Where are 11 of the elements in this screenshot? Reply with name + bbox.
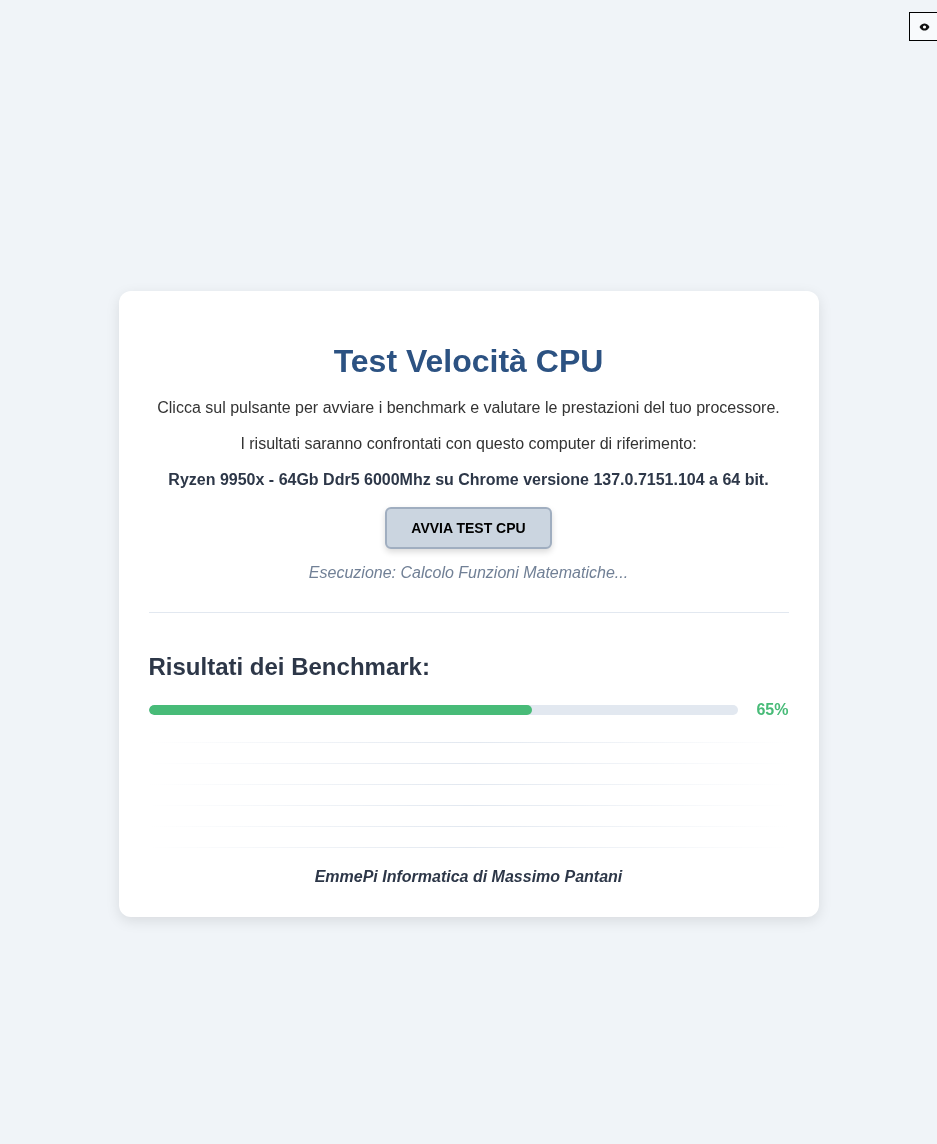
start-test-button[interactable]: AVVIA TEST CPU xyxy=(385,507,552,549)
intro-text: Clicca sul pulsante per avviare i benchmark e valutare le prestazioni del tuo processore. xyxy=(157,398,780,417)
view-toggle-button[interactable] xyxy=(909,12,937,41)
progress-percent: 65% xyxy=(756,700,789,719)
reference-note: I risultati saranno confrontati con questo computer di riferimento: xyxy=(240,434,697,453)
reference-machine: Ryzen 9950x - 64Gb Ddr5 6000Mhz su Chrome versione 137.0.7151.104 a 64 bit. xyxy=(168,470,769,489)
status-text: Esecuzione: Calcolo Funzioni Matematiche... xyxy=(308,563,629,582)
results-heading: Risultati dei Benchmark: xyxy=(148,652,431,681)
eye-icon xyxy=(918,22,930,31)
page-title: Test Velocità CPU xyxy=(333,342,604,380)
footer-credit: EmmePi Informatica di Massimo Pantani xyxy=(314,867,623,886)
